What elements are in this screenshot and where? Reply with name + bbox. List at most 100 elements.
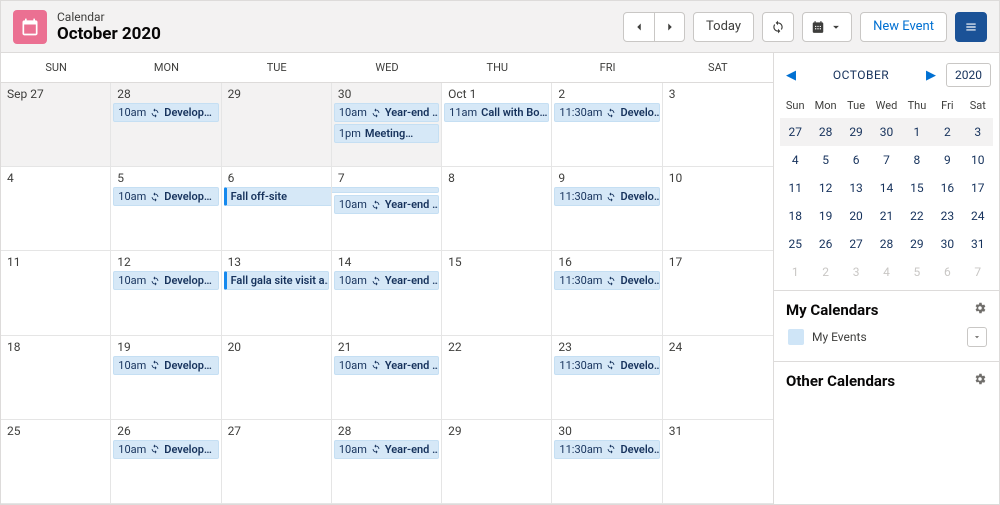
day-cell[interactable]: 510amDevelop… xyxy=(111,167,221,251)
mini-calendar[interactable]: SunMonTueWedThuFriSat2728293012345678910… xyxy=(774,93,999,286)
mini-day[interactable]: 27 xyxy=(780,118,810,146)
mini-day[interactable]: 7 xyxy=(963,258,993,286)
day-cell[interactable]: 2311:30amDevelo… xyxy=(552,336,662,420)
day-cell[interactable]: 18 xyxy=(1,336,111,420)
new-event-button[interactable]: New Event xyxy=(860,12,947,42)
event[interactable]: 10amYear-end … xyxy=(334,440,439,459)
day-cell[interactable]: 2810amYear-end … xyxy=(332,420,442,504)
day-cell[interactable]: 20 xyxy=(222,336,332,420)
mini-day[interactable]: 4 xyxy=(871,258,901,286)
day-cell[interactable]: 17 xyxy=(663,251,773,335)
mini-next-button[interactable]: ▶ xyxy=(922,68,940,83)
mini-day[interactable]: 8 xyxy=(902,146,932,174)
day-cell[interactable]: 2810amDevelop… xyxy=(111,83,221,167)
day-cell[interactable]: 3 xyxy=(663,83,773,167)
mini-day[interactable]: 5 xyxy=(902,258,932,286)
event[interactable]: 1pmMeeting… xyxy=(334,124,439,143)
mini-day[interactable]: 23 xyxy=(932,202,962,230)
prev-button[interactable] xyxy=(624,12,654,42)
mini-day[interactable]: 12 xyxy=(810,174,840,202)
mini-day[interactable]: 2 xyxy=(810,258,840,286)
mini-day[interactable]: 29 xyxy=(841,118,871,146)
month-grid[interactable]: Sep 272810amDevelop…293010amYear-end …1p… xyxy=(1,83,773,504)
mini-day[interactable]: 27 xyxy=(841,230,871,258)
day-cell[interactable]: 1210amDevelop… xyxy=(111,251,221,335)
event[interactable]: 11:30amDevelo… xyxy=(554,187,659,206)
view-picker-icon[interactable] xyxy=(803,12,851,42)
mini-day[interactable]: 11 xyxy=(780,174,810,202)
day-cell[interactable]: 10 xyxy=(663,167,773,251)
mini-day[interactable]: 10 xyxy=(963,146,993,174)
event[interactable]: 10amDevelop… xyxy=(113,356,218,375)
event[interactable]: 10amDevelop… xyxy=(113,103,218,122)
mini-day[interactable]: 3 xyxy=(963,118,993,146)
mini-day[interactable]: 9 xyxy=(932,146,962,174)
event[interactable]: 11:30amDevelo… xyxy=(554,440,659,459)
mini-day[interactable]: 17 xyxy=(963,174,993,202)
mini-day[interactable]: 18 xyxy=(780,202,810,230)
day-cell[interactable]: 22 xyxy=(442,336,552,420)
day-cell[interactable]: 2110amYear-end … xyxy=(332,336,442,420)
mini-day[interactable]: 28 xyxy=(810,118,840,146)
day-cell[interactable]: 1910amDevelop… xyxy=(111,336,221,420)
event[interactable]: Fall off-site xyxy=(224,187,332,206)
day-cell[interactable]: 31 xyxy=(663,420,773,504)
event[interactable]: 10amYear-end … xyxy=(334,271,439,290)
next-button[interactable] xyxy=(654,12,684,42)
mini-day[interactable]: 19 xyxy=(810,202,840,230)
day-cell[interactable]: 8 xyxy=(442,167,552,251)
mini-day[interactable]: 13 xyxy=(841,174,871,202)
mini-day[interactable]: 22 xyxy=(902,202,932,230)
calendar-item-menu[interactable] xyxy=(967,327,987,347)
day-cell[interactable]: 3010amYear-end …1pmMeeting… xyxy=(332,83,442,167)
event[interactable]: 10amYear-end … xyxy=(334,195,439,214)
event[interactable]: 10amDevelop… xyxy=(113,187,218,206)
day-cell[interactable]: 3011:30amDevelo… xyxy=(552,420,662,504)
mini-day[interactable]: 20 xyxy=(841,202,871,230)
event[interactable]: 11:30amDevelo… xyxy=(554,103,659,122)
event[interactable]: 10amYear-end … xyxy=(334,103,439,122)
mini-day[interactable]: 7 xyxy=(871,146,901,174)
my-calendars-settings[interactable] xyxy=(973,301,987,319)
today-button[interactable]: Today xyxy=(693,12,754,42)
other-calendars-settings[interactable] xyxy=(973,372,987,390)
mini-day[interactable]: 6 xyxy=(932,258,962,286)
day-cell[interactable]: 1611:30amDevelo… xyxy=(552,251,662,335)
event[interactable]: 11:30amDevelo… xyxy=(554,356,659,375)
mini-day[interactable]: 30 xyxy=(932,230,962,258)
mini-day[interactable]: 28 xyxy=(871,230,901,258)
day-cell[interactable]: 15 xyxy=(442,251,552,335)
mini-day[interactable]: 4 xyxy=(780,146,810,174)
event[interactable]: 10amDevelop… xyxy=(113,271,218,290)
mini-day[interactable]: 15 xyxy=(902,174,932,202)
mini-day[interactable]: 25 xyxy=(780,230,810,258)
calendar-item[interactable]: My Events xyxy=(786,319,987,347)
day-cell[interactable]: 710amYear-end … xyxy=(332,167,442,251)
event[interactable]: 11amCall with Bo… xyxy=(444,103,549,122)
day-cell[interactable]: 29 xyxy=(222,83,332,167)
event[interactable]: Fall gala site visit a… xyxy=(224,271,329,290)
day-cell[interactable]: Sep 27 xyxy=(1,83,111,167)
mini-day[interactable]: 24 xyxy=(963,202,993,230)
mini-day[interactable]: 1 xyxy=(902,118,932,146)
mini-day[interactable]: 6 xyxy=(841,146,871,174)
mini-day[interactable]: 30 xyxy=(871,118,901,146)
mini-day[interactable]: 26 xyxy=(810,230,840,258)
view-picker[interactable] xyxy=(802,12,852,42)
day-cell[interactable]: 27 xyxy=(222,420,332,504)
mini-day[interactable]: 29 xyxy=(902,230,932,258)
event[interactable]: 10amDevelop… xyxy=(113,440,218,459)
mini-day[interactable]: 31 xyxy=(963,230,993,258)
day-cell[interactable]: 1410amYear-end … xyxy=(332,251,442,335)
mini-day[interactable]: 3 xyxy=(841,258,871,286)
day-cell[interactable]: Oct 111amCall with Bo… xyxy=(442,83,552,167)
sidebar-toggle-button[interactable] xyxy=(955,12,987,42)
mini-prev-button[interactable]: ◀ xyxy=(782,68,800,83)
event[interactable]: 10amYear-end … xyxy=(334,356,439,375)
mini-day[interactable]: 5 xyxy=(810,146,840,174)
mini-year-select[interactable]: 2020 xyxy=(946,63,991,87)
mini-day[interactable]: 14 xyxy=(871,174,901,202)
day-cell[interactable]: 911:30amDevelo… xyxy=(552,167,662,251)
event[interactable] xyxy=(332,187,439,193)
day-cell[interactable]: 6Fall off-site xyxy=(222,167,332,251)
